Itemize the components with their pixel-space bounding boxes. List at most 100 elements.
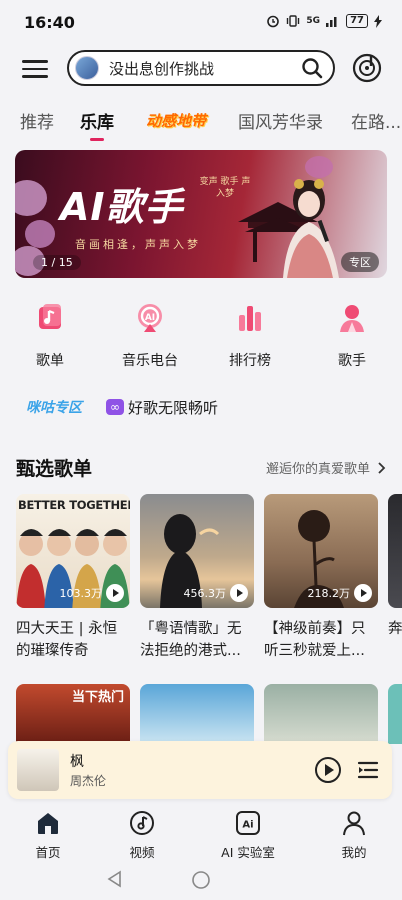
radio-icon: AI <box>138 304 162 332</box>
tab-guofeng[interactable]: 国风芳华录 <box>238 108 323 133</box>
nav-label: 视频 <box>129 845 155 860</box>
signal-icon <box>326 17 337 27</box>
entry-songlist[interactable]: 歌单 <box>10 302 90 370</box>
vibrate-icon <box>287 15 300 27</box>
playlist-cover[interactable]: 当下热门 <box>16 684 130 744</box>
entry-label: 音乐电台 <box>122 353 178 369</box>
tab-library[interactable]: 乐库 <box>80 108 114 141</box>
back-icon[interactable] <box>106 870 124 888</box>
album-art[interactable] <box>17 749 59 791</box>
quick-entries: 歌单 AI 音乐电台 排行榜 歌手 <box>0 302 402 372</box>
playlist-name[interactable]: 四大天王 | 永恒的璀璨传奇 <box>16 618 130 662</box>
nav-ai-lab[interactable]: Ai AI 实验室 <box>208 810 288 861</box>
chart-bars-icon <box>239 306 261 331</box>
playlist-section-header: 甄选歌单 邂逅你的真爱歌单 <box>16 452 386 480</box>
video-icon <box>130 811 154 835</box>
entry-label: 排行榜 <box>229 353 271 369</box>
system-nav-bar <box>0 862 402 900</box>
tab-more-road[interactable]: 在路... <box>351 108 401 133</box>
nav-label: 我的 <box>341 845 367 860</box>
promo-bar[interactable]: 咪咕专区 ∞ 好歌无限畅听 <box>26 394 218 420</box>
banner-title: AI歌手 <box>60 185 184 229</box>
search-bar[interactable]: 没出息创作挑战 <box>67 50 335 86</box>
entry-label: 歌单 <box>36 353 64 369</box>
entry-charts[interactable]: 排行榜 <box>210 302 290 370</box>
tab-recommend[interactable]: 推荐 <box>20 108 54 133</box>
play-count-value: 218.2万 <box>307 587 351 600</box>
play-count-value: 456.3万 <box>183 587 227 600</box>
playlist-cards: BETTER TOGETHER 103.3万 四大天王 | 永恒的璀璨传奇 45… <box>16 494 402 674</box>
top-bar: 没出息创作挑战 <box>0 50 402 88</box>
avatar[interactable] <box>75 56 99 80</box>
ai-lab-icon: Ai <box>236 811 260 835</box>
home-icon <box>38 813 58 834</box>
alarm-icon <box>267 15 280 28</box>
playlist-card[interactable]: 奔 <box>388 494 402 662</box>
playlist-name[interactable]: 奔 <box>388 618 402 662</box>
entry-singers[interactable]: 歌手 <box>312 302 392 370</box>
section-title: 甄选歌单 <box>16 458 93 480</box>
playlist-cover[interactable] <box>388 684 402 744</box>
battery-icon: 77 <box>346 14 368 28</box>
play-button[interactable] <box>315 757 341 783</box>
playlist-cover[interactable] <box>264 684 378 744</box>
songlist-icon <box>39 304 61 329</box>
category-tabs: 推荐 乐库 动感地带 国风芳华录 在路... <box>0 102 402 141</box>
singer-icon <box>340 305 364 332</box>
migu-zone-label[interactable]: 咪咕专区 <box>26 397 82 417</box>
banner-zone-badge[interactable]: 专区 <box>341 252 379 272</box>
tab-dongganditai[interactable]: 动感地带 <box>146 110 206 131</box>
playlist-cover[interactable]: 218.2万 <box>264 494 378 608</box>
svg-text:Ai: Ai <box>242 820 253 831</box>
playlist-card[interactable]: 218.2万 【神级前奏】只听三秒就爱上... <box>264 494 378 662</box>
search-icon[interactable] <box>301 57 323 79</box>
nav-video[interactable]: 视频 <box>102 810 182 861</box>
playlist-cover[interactable]: BETTER TOGETHER 103.3万 <box>16 494 130 608</box>
banner-subtitle: 音画相逢，声声入梦 <box>75 238 201 251</box>
menu-icon[interactable] <box>22 56 48 82</box>
playlist-queue-icon[interactable] <box>357 759 379 781</box>
play-icon[interactable] <box>230 584 248 602</box>
cover-title: BETTER TOGETHER <box>18 498 130 512</box>
infinity-icon: ∞ <box>106 399 124 415</box>
song-artist[interactable]: 周杰伦 <box>70 772 106 789</box>
entry-label: 歌手 <box>338 353 366 369</box>
chevron-right-icon[interactable] <box>378 461 386 474</box>
bottom-nav: 首页 视频 Ai AI 实验室 我的 <box>0 806 402 861</box>
music-disc-icon[interactable] <box>352 53 382 83</box>
svg-text:AI: AI <box>145 313 155 323</box>
playlist-card[interactable]: BETTER TOGETHER 103.3万 四大天王 | 永恒的璀璨传奇 <box>16 494 130 662</box>
playlist-name[interactable]: 【神级前奏】只听三秒就爱上... <box>264 618 378 662</box>
nav-label: 首页 <box>35 845 61 860</box>
playlist-cover[interactable] <box>388 494 402 608</box>
play-icon[interactable] <box>354 584 372 602</box>
promo-text[interactable]: 好歌无限畅听 <box>128 397 218 418</box>
entry-radio[interactable]: AI 音乐电台 <box>110 302 190 370</box>
network-label: 5G <box>306 16 321 26</box>
playlist-cover[interactable]: 456.3万 <box>140 494 254 608</box>
play-count-value: 103.3万 <box>59 587 103 600</box>
music-app-screen: 16:40 5G 77 没出息创作挑战 推荐 乐库 动感地带 国风芳华录 在路.… <box>0 0 402 900</box>
featured-banner[interactable]: AI歌手 变声 歌手 声入梦 音画相逢，声声入梦 1 / 15 专区 <box>15 150 387 278</box>
play-icon[interactable] <box>106 584 124 602</box>
mini-player[interactable]: 枫 周杰伦 <box>8 741 392 799</box>
playlist-card[interactable]: 456.3万 「粤语情歌」无法拒绝的港式... <box>140 494 254 662</box>
charging-icon <box>374 14 382 28</box>
playlist-row-2: 当下热门 <box>16 684 402 744</box>
home-circle-icon[interactable] <box>191 870 211 890</box>
play-count: 218.2万 <box>307 584 372 602</box>
playlist-cover[interactable] <box>140 684 254 744</box>
nav-label: AI 实验室 <box>221 845 275 860</box>
section-more-label[interactable]: 邂逅你的真爱歌单 <box>266 458 370 477</box>
play-count: 456.3万 <box>183 584 248 602</box>
song-title[interactable]: 枫 <box>70 751 84 771</box>
nav-profile[interactable]: 我的 <box>314 810 394 861</box>
status-icons: 5G 77 <box>266 14 382 28</box>
playlist-name[interactable]: 「粤语情歌」无法拒绝的港式... <box>140 618 254 662</box>
status-time: 16:40 <box>24 13 75 32</box>
play-count: 103.3万 <box>59 584 124 602</box>
search-placeholder[interactable]: 没出息创作挑战 <box>109 58 301 79</box>
section-more-link[interactable]: 邂逅你的真爱歌单 <box>266 458 386 477</box>
status-bar: 16:40 5G 77 <box>0 0 402 44</box>
nav-home[interactable]: 首页 <box>8 810 88 861</box>
